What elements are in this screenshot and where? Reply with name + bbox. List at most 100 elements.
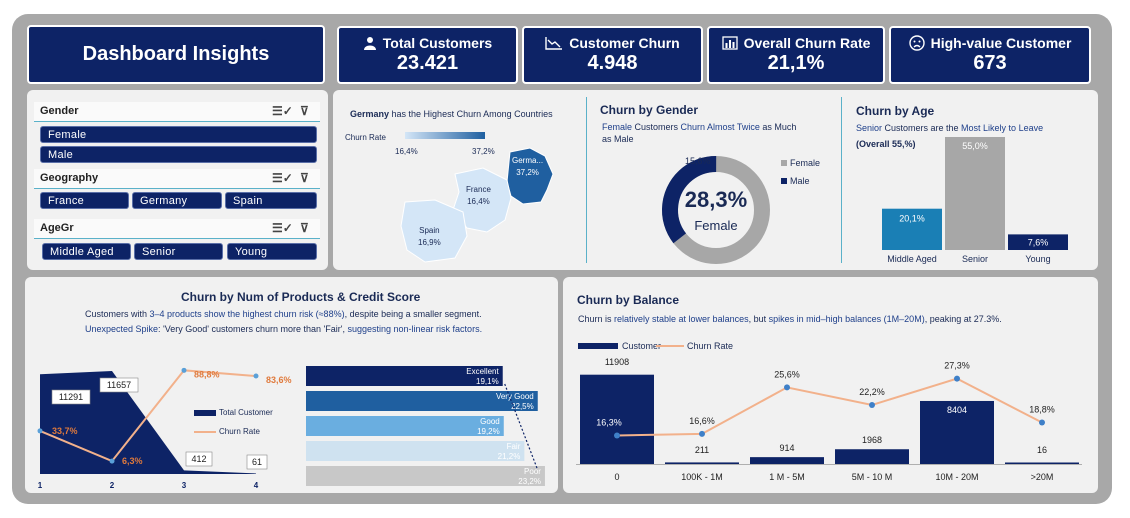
slicer-item-male[interactable]: Male (40, 146, 317, 163)
legend-female-label: Female (790, 158, 821, 168)
balance-churn-point (1039, 419, 1045, 426)
credit-category-label: Poor (524, 467, 541, 476)
age-tick-label: Senior (962, 254, 988, 264)
balance-churn-label: 18,8% (1029, 405, 1055, 415)
gender-chart-title: Churn by Gender (600, 103, 699, 117)
map-label-spain: Spain 16,9% (418, 226, 441, 247)
age-tick-label: Young (1025, 254, 1050, 264)
balance-data-label: 16 (1037, 445, 1047, 455)
balance-bar-1 (665, 462, 739, 464)
age-data-label: 55,0% (962, 141, 988, 151)
bar-chart-icon (721, 36, 738, 50)
kpi-overall-churn-rate: Overall Churn Rate 21,1% (707, 26, 885, 84)
credit-score-bar-chart: Excellent19,1% Very Good22,5% Good19,2% Fai… (306, 366, 545, 486)
slicer-title: Geography (40, 172, 99, 184)
balance-combo-chart: 11908 0 211 100K - 1M 914 1 M - 5M 1968 5M - 10… (576, 357, 1082, 482)
page-title: Dashboard Insights (82, 43, 270, 65)
total-customer-area (40, 371, 256, 474)
multi-select-icon[interactable]: ☰✓ (272, 104, 293, 118)
legend-female-swatch (781, 160, 787, 166)
kpi-value: 673 (973, 52, 1007, 74)
legend-churn-label: Churn Rate (687, 341, 734, 351)
multi-select-icon[interactable]: ☰✓ (272, 171, 293, 185)
balance-churn-label: 16,6% (689, 416, 715, 426)
credit-data-label: 21,2% (498, 452, 521, 461)
balance-churn-point (784, 384, 790, 391)
balance-data-label: 914 (779, 443, 794, 453)
slicer-title: Gender (40, 105, 79, 117)
balance-data-label: 1968 (862, 435, 882, 445)
slicer-item-spain[interactable]: Spain (225, 192, 317, 209)
multi-select-icon[interactable]: ☰✓ (272, 221, 293, 235)
kpi-label: Total Customers (382, 35, 493, 51)
slicer-item-germany[interactable]: Germany (132, 192, 222, 209)
balance-tick-label: 0 (614, 472, 619, 482)
slicer-gender-header: Gender ☰✓ ⊽ (34, 102, 320, 122)
balance-churn-label: 16,3% (596, 417, 622, 427)
balance-chart-subtitle: Churn is relatively stable at lower bala… (578, 314, 1002, 324)
churn-rate-label: 6,3% (122, 456, 143, 466)
slicer-item-young[interactable]: Young (227, 243, 317, 260)
credit-bar-4 (306, 466, 545, 486)
slicer-item-middle-aged[interactable]: Middle Aged (42, 243, 131, 260)
slicer-title: AgeGr (40, 222, 74, 234)
map-label-france: France 16,4% (466, 185, 491, 206)
credit-data-label: 22,5% (511, 402, 534, 411)
credit-category-label: Good (480, 417, 500, 426)
product-tick-label: 4 (254, 481, 259, 490)
legend-male-label: Male (790, 176, 810, 186)
gender-chart-subtitle: Female Customers Churn Almost Twice as M… (602, 122, 797, 144)
churn-rate-point (253, 373, 259, 379)
credit-data-label: 19,2% (477, 427, 500, 436)
churn-rate-point (109, 458, 115, 464)
total-data-label: 61 (252, 457, 262, 467)
balance-churn-point (699, 430, 705, 437)
divider (586, 97, 587, 263)
products-chart-line1: Customers with 3–4 products show the hig… (85, 309, 482, 319)
balance-tick-label: >20M (1031, 472, 1054, 482)
churn-rate-label: 33,7% (52, 426, 78, 436)
balance-churn-label: 27,3% (944, 361, 970, 371)
balance-data-label: 11908 (605, 357, 629, 367)
legend-male-swatch (781, 178, 787, 184)
product-tick-label: 1 (38, 481, 43, 490)
churn-rate-point (37, 428, 43, 434)
balance-data-label: 211 (695, 445, 709, 455)
slicer-item-senior[interactable]: Senior (134, 243, 223, 260)
map-legend-label: Churn Rate (345, 133, 386, 142)
legend-total-swatch (194, 410, 216, 416)
kpi-label: High-value Customer (930, 35, 1072, 51)
balance-tick-label: 10M - 20M (935, 472, 978, 482)
products-chart-title: Churn by Num of Products & Credit Score (181, 290, 421, 304)
credit-data-label: 23,2% (518, 477, 541, 486)
churn-rate-label: 83,6% (266, 375, 292, 385)
total-data-label: 412 (191, 454, 206, 464)
balance-tick-label: 5M - 10 M (852, 472, 893, 482)
product-tick-label: 2 (110, 481, 115, 490)
clear-filter-icon[interactable]: ⊽ (300, 104, 309, 118)
age-chart-title: Churn by Age (856, 104, 935, 118)
balance-churn-point (614, 432, 620, 439)
map-label-germany: Germa... 37,2% (512, 156, 544, 177)
balance-bar-5 (1005, 462, 1079, 464)
credit-data-label: 19,1% (476, 377, 499, 386)
age-bar-chart: 20,1% Middle Aged 55,0% Senior 7,6% Young (882, 137, 1068, 264)
map-legend-gradient (405, 132, 485, 139)
kpi-customer-churn: Customer Churn 4.948 (522, 26, 703, 84)
kpi-high-value-customer: High-value Customer 673 (889, 26, 1091, 84)
slicer-item-female[interactable]: Female (40, 126, 317, 143)
credit-bar-3 (306, 441, 525, 461)
slicer-item-france[interactable]: France (40, 192, 129, 209)
dashboard-title-card: Dashboard Insights (27, 25, 325, 84)
clear-filter-icon[interactable]: ⊽ (300, 171, 309, 185)
balance-churn-point (954, 375, 960, 382)
sad-face-icon (908, 35, 925, 51)
balance-bar-2 (750, 457, 824, 464)
balance-data-label: 8404 (947, 405, 967, 415)
credit-bar-2 (306, 416, 504, 436)
donut-slice-label: 15,6% (685, 156, 711, 166)
clear-filter-icon[interactable]: ⊽ (300, 221, 309, 235)
age-chart-subtitle: Senior Customers are the Most Likely to … (856, 123, 1044, 133)
kpi-label: Overall Churn Rate (743, 35, 871, 51)
churn-rate-point (181, 367, 187, 373)
